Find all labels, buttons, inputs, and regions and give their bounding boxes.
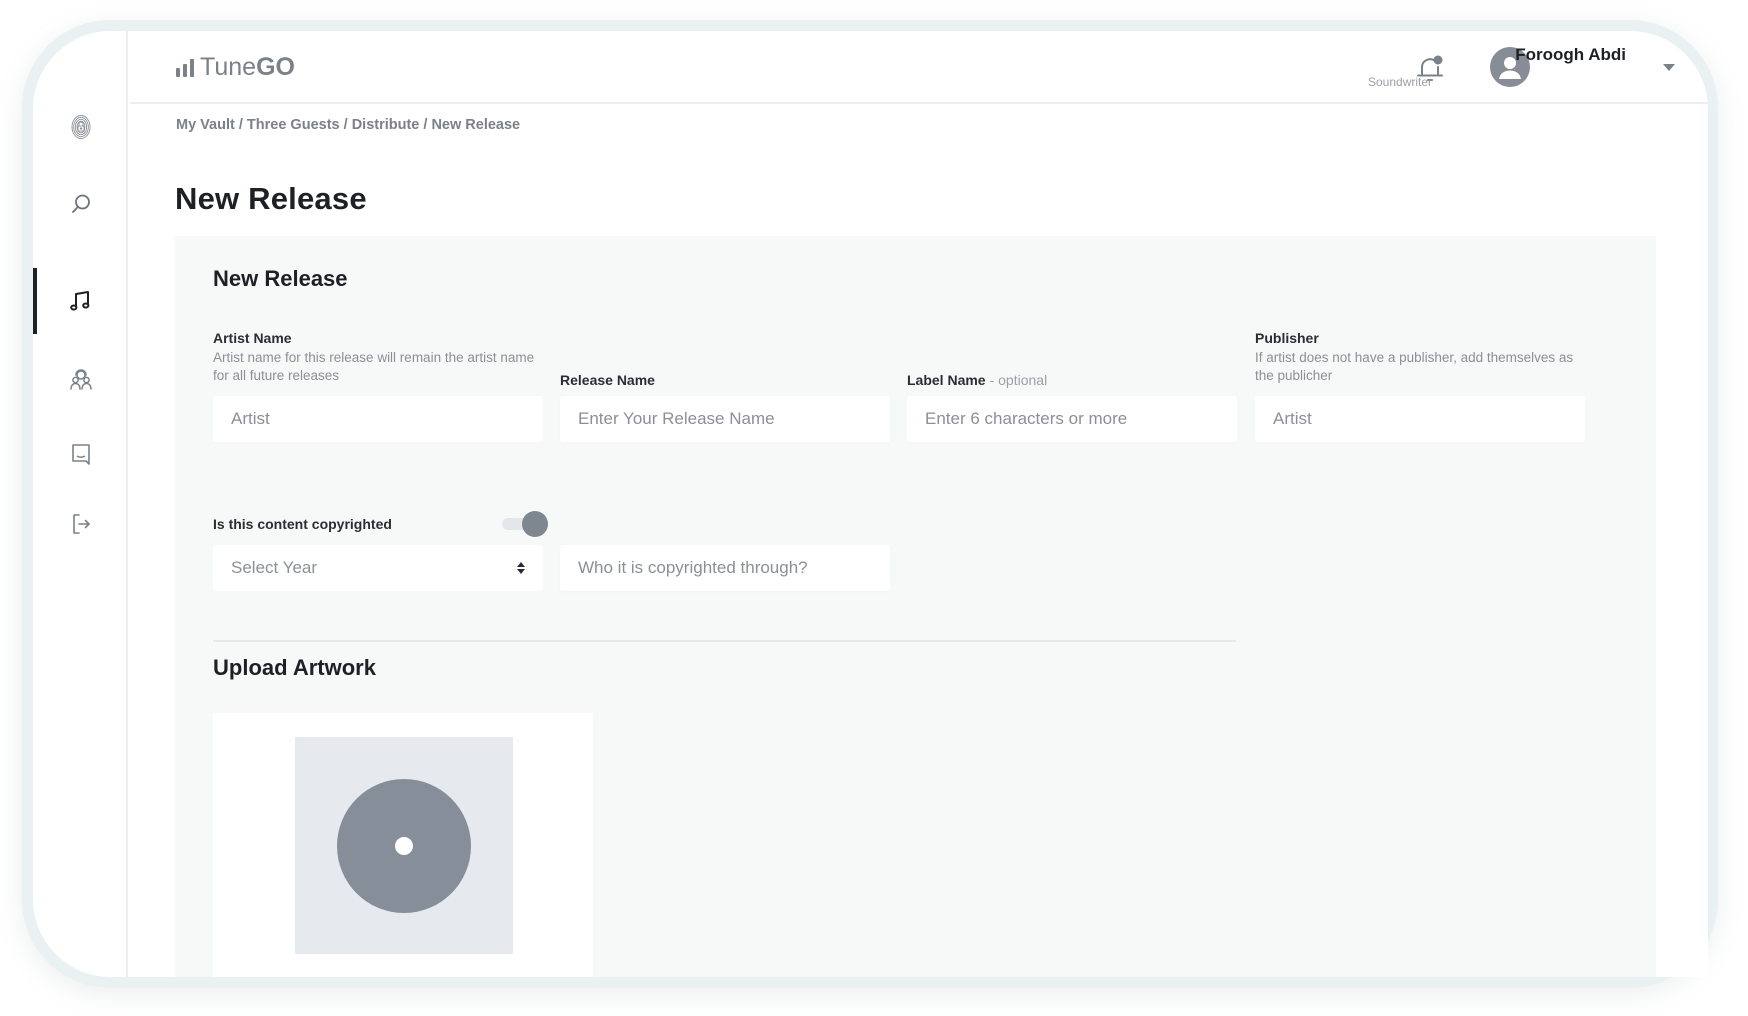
release-name-label: Release Name (560, 372, 655, 388)
sort-arrows-icon (517, 562, 525, 574)
sidebar-item-search[interactable] (61, 184, 101, 224)
app-screen: TuneGO Foroogh Abdi Soundwriter My Vault… (33, 31, 1708, 977)
breadcrumb-current: New Release (431, 117, 521, 133)
label-name-input[interactable] (907, 396, 1237, 442)
toggle-knob (522, 511, 548, 537)
copyright-toggle[interactable] (502, 511, 548, 537)
breadcrumb: My Vault / Three Guests / Distribute / N… (176, 117, 521, 133)
section-divider (213, 640, 1236, 642)
artwork-upload-dropzone[interactable] (213, 713, 593, 977)
message-icon (72, 444, 90, 465)
artist-name-label: Artist Name (213, 330, 292, 346)
top-bar: TuneGO Foroogh Abdi (130, 31, 1708, 104)
year-select-value: Select Year (231, 558, 318, 577)
signal-bars-icon (176, 58, 194, 77)
sidebar-item-logout[interactable] (61, 504, 101, 544)
copyright-label: Is this content copyrighted (213, 516, 392, 532)
sidebar (33, 31, 128, 977)
search-icon (72, 194, 90, 213)
breadcrumb-three-guests[interactable]: Three Guests (247, 117, 340, 133)
page-title: New Release (175, 181, 367, 216)
user-role: Soundwriter (1368, 75, 1433, 89)
breadcrumb-distribute[interactable]: Distribute (352, 117, 420, 133)
logout-icon (73, 514, 90, 534)
user-menu-caret-icon[interactable] (1663, 64, 1675, 71)
users-headset-icon (70, 369, 92, 390)
sidebar-item-music[interactable] (61, 281, 101, 321)
sidebar-item-team[interactable] (61, 359, 101, 399)
artist-name-input[interactable] (213, 396, 543, 442)
form-title: New Release (213, 266, 348, 291)
publisher-label: Publisher (1255, 330, 1319, 346)
optional-tag: - optional (989, 372, 1048, 388)
artwork-placeholder (295, 737, 513, 954)
label-name-label: Label Name - optional (907, 372, 1048, 388)
notification-dot (1433, 55, 1443, 65)
music-note-icon (70, 291, 90, 311)
release-name-input[interactable] (560, 396, 890, 442)
logo-text-bold: GO (256, 53, 295, 81)
publisher-help: If artist does not have a publisher, add… (1255, 350, 1574, 383)
publisher-input[interactable] (1255, 396, 1585, 442)
logo[interactable]: TuneGO (176, 53, 295, 82)
year-select[interactable]: Select Year (213, 545, 543, 591)
logo-text-light: Tune (200, 53, 257, 81)
artist-name-help: Artist name for this release will remain… (213, 350, 535, 383)
active-indicator (33, 268, 37, 334)
sidebar-item-messages[interactable] (61, 434, 101, 474)
upload-artwork-title: Upload Artwork (213, 655, 376, 680)
copyrighted-through-input[interactable] (560, 545, 890, 591)
fingerprint-lock-icon (71, 115, 91, 139)
sidebar-item-vault[interactable] (61, 107, 101, 147)
user-name[interactable]: Foroogh Abdi (1515, 45, 1626, 65)
disc-icon (337, 779, 471, 913)
breadcrumb-my-vault[interactable]: My Vault (176, 117, 235, 133)
new-release-form: New Release Artist Name Artist name for … (175, 236, 1656, 977)
